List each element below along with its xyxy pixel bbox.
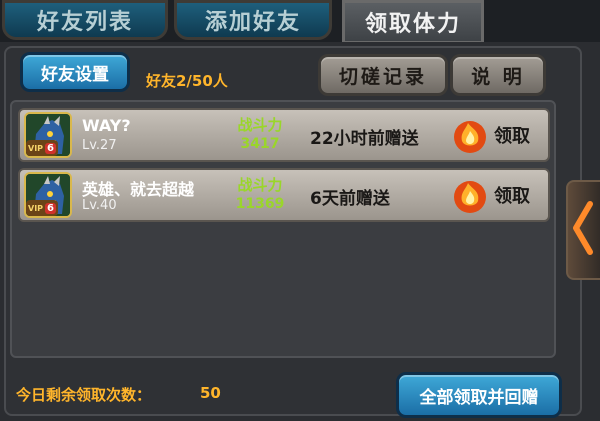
flame-icon xyxy=(454,121,486,153)
claim-button[interactable]: 领取 xyxy=(450,174,546,216)
vip-badge: VIP 6 xyxy=(26,140,58,156)
explain-label: 说 明 xyxy=(471,65,525,88)
claim-button[interactable]: 领取 xyxy=(450,114,546,156)
spar-record-label: 切磋记录 xyxy=(338,65,427,88)
tab-friend-list[interactable]: 好友列表 xyxy=(2,0,168,40)
gift-time: 6天前赠送 xyxy=(310,189,390,209)
friend-count: 好友2/50人 xyxy=(146,72,228,90)
chevron-left-icon xyxy=(573,201,593,255)
explain-button[interactable]: 说 明 xyxy=(450,54,546,96)
claim-all-label: 全部领取并回赠 xyxy=(419,387,539,408)
vip-label: VIP xyxy=(28,203,44,213)
tab-friend-list-label: 好友列表 xyxy=(36,10,133,35)
friend-stamina-list: VIP 6 WAY? Lv.27 战斗力 3417 22小时前赠送 领取 VIP… xyxy=(10,100,556,358)
dragon-avatar-icon[interactable]: VIP 6 xyxy=(24,172,72,218)
tab-bar: 好友列表 添加好友 领取体力 xyxy=(0,0,600,44)
vip-badge: VIP 6 xyxy=(26,200,58,216)
gift-time: 22小时前赠送 xyxy=(310,129,419,149)
friend-name: WAY? xyxy=(82,116,131,135)
tab-add-friend[interactable]: 添加好友 xyxy=(174,0,332,40)
claim-label: 领取 xyxy=(494,126,530,147)
friend-settings-button[interactable]: 好友设置 xyxy=(20,52,130,92)
list-item: VIP 6 WAY? Lv.27 战斗力 3417 22小时前赠送 领取 xyxy=(18,108,550,162)
tab-add-friend-label: 添加好友 xyxy=(204,10,301,35)
power-value: 3417 xyxy=(240,136,280,152)
power-value: 11369 xyxy=(235,196,285,212)
claim-all-button[interactable]: 全部领取并回赠 xyxy=(396,372,562,418)
claim-label: 领取 xyxy=(494,186,530,207)
friend-settings-label: 好友设置 xyxy=(41,64,109,85)
vip-level: 6 xyxy=(45,142,56,154)
flame-icon xyxy=(454,181,486,213)
remaining-claims-label: 今日剩余领取次数： xyxy=(16,386,152,404)
remaining-claims-value: 50 xyxy=(200,384,221,402)
friend-level: Lv.40 xyxy=(82,198,117,213)
vip-level: 6 xyxy=(45,202,56,214)
side-panel-toggle[interactable] xyxy=(566,180,600,280)
tab-claim-stamina-label: 领取体力 xyxy=(364,12,461,37)
power-label: 战斗力 xyxy=(237,176,283,194)
tab-claim-stamina[interactable]: 领取体力 xyxy=(342,0,484,44)
friend-level: Lv.27 xyxy=(82,138,117,153)
friend-name: 英雄、就去超越 xyxy=(82,180,195,199)
power-label: 战斗力 xyxy=(237,116,283,134)
dragon-avatar-icon[interactable]: VIP 6 xyxy=(24,112,72,158)
list-item: VIP 6 英雄、就去超越 Lv.40 战斗力 11369 6天前赠送 领取 xyxy=(18,168,550,222)
spar-record-button[interactable]: 切磋记录 xyxy=(318,54,448,96)
vip-label: VIP xyxy=(28,143,44,153)
